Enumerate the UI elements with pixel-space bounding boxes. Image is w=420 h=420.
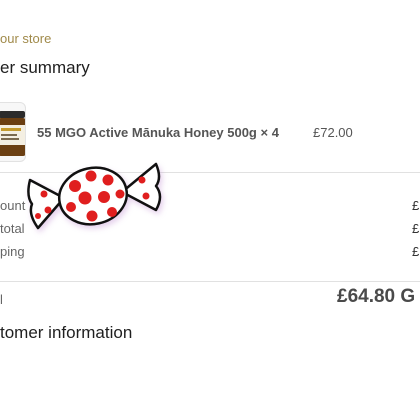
product-title: 55 MGO Active Mānuka Honey 500g (37, 125, 257, 140)
customer-information-title: tomer information (0, 323, 133, 342)
product-thumbnail (0, 102, 26, 162)
shipping-value: £ (412, 244, 420, 259)
shipping-label: ping (0, 244, 25, 259)
product-name: 55 MGO Active Mānuka Honey 500g × 4 (37, 125, 279, 140)
total-value: £64.80 G (337, 286, 416, 307)
total-divider (0, 281, 420, 282)
product-quantity: × 4 (260, 125, 279, 140)
candy-sticker-icon (27, 162, 162, 230)
subtotal-label: total (0, 221, 25, 236)
product-price: £72.00 (313, 125, 353, 140)
discount-label: ount (0, 198, 26, 213)
total-label: l (0, 292, 3, 307)
return-to-store-link[interactable]: our store (0, 31, 51, 46)
honey-jar-icon (0, 111, 25, 156)
discount-value: £ (412, 198, 420, 213)
subtotal-value: £6 (412, 221, 420, 236)
order-summary-title: er summary (0, 58, 90, 77)
